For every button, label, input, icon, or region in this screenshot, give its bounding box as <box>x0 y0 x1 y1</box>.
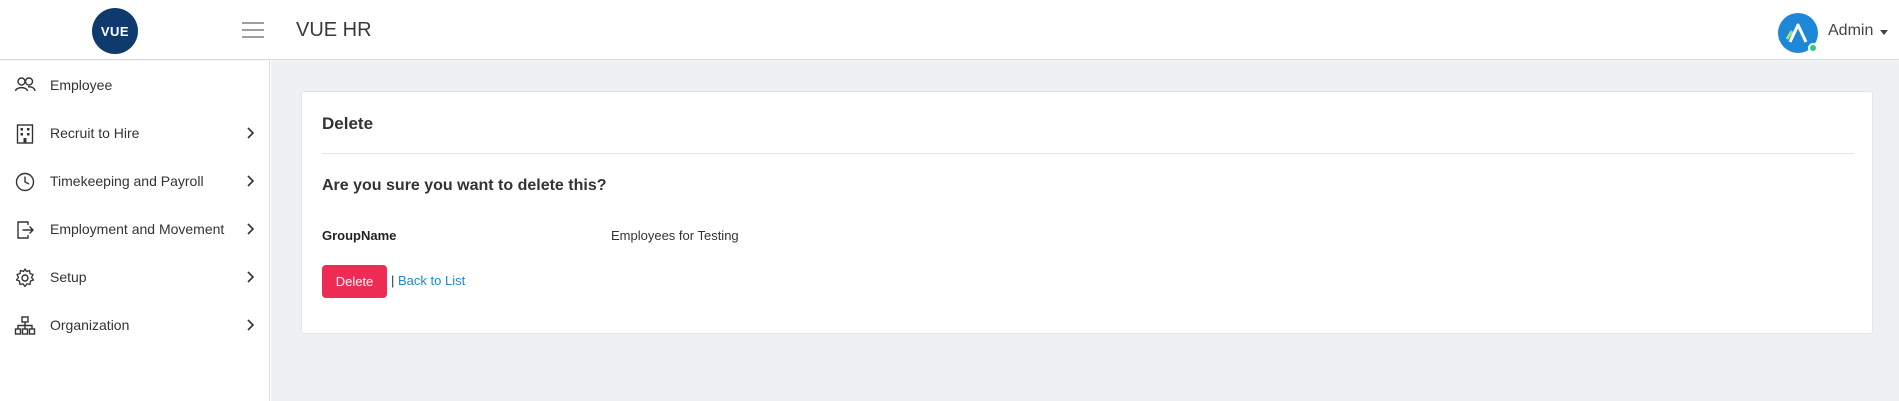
sidebar-item-label: Recruit to Hire <box>50 125 140 141</box>
delete-confirmation-card: Delete Are you sure you want to delete t… <box>301 91 1873 334</box>
sidebar-item-employee[interactable]: Employee <box>0 65 269 105</box>
online-status-dot <box>1808 43 1818 53</box>
group-name-label: GroupName <box>322 228 397 243</box>
link-separator: | <box>391 273 395 288</box>
sidebar-item-setup[interactable]: Setup <box>0 257 269 297</box>
chevron-right-icon <box>247 127 255 139</box>
sidebar-item-recruit-to-hire[interactable]: Recruit to Hire <box>0 113 269 153</box>
caret-down-icon[interactable] <box>1880 30 1888 35</box>
delete-button[interactable]: Delete <box>322 265 387 298</box>
org-chart-icon <box>14 316 36 335</box>
chevron-right-icon <box>247 223 255 235</box>
page-title: Delete <box>322 114 374 133</box>
sidebar-item-label: Employment and Movement <box>50 221 225 237</box>
group-name-value: Employees for Testing <box>611 228 739 243</box>
top-bar: VUE VUE HR Admin <box>0 0 1899 60</box>
clock-icon <box>15 172 35 192</box>
sidebar-item-label: Organization <box>50 317 130 333</box>
app-logo[interactable]: VUE <box>92 8 138 54</box>
sidebar: Employee Recruit to Hire Timekeeping and… <box>0 61 270 401</box>
hamburger-menu-icon[interactable] <box>242 22 264 38</box>
app-title: VUE HR <box>296 19 372 41</box>
sidebar-item-timekeeping-and-payroll[interactable]: Timekeeping and Payroll <box>0 161 269 201</box>
back-to-list-link[interactable]: Back to List <box>398 273 465 288</box>
chevron-right-icon <box>247 271 255 283</box>
sidebar-item-organization[interactable]: Organization <box>0 305 269 345</box>
user-menu-name[interactable]: Admin <box>1828 22 1873 40</box>
users-icon <box>14 77 36 92</box>
gear-icon <box>15 268 35 288</box>
divider <box>322 153 1854 154</box>
sidebar-item-label: Employee <box>50 77 113 93</box>
chevron-right-icon <box>247 175 255 187</box>
confirmation-question: Are you sure you want to delete this? <box>322 177 607 194</box>
sidebar-item-label: Timekeeping and Payroll <box>50 173 204 189</box>
chevron-right-icon <box>247 319 255 331</box>
exit-door-icon <box>17 221 34 239</box>
main-content: Delete Are you sure you want to delete t… <box>271 61 1899 401</box>
building-icon <box>16 124 34 144</box>
sidebar-item-label: Setup <box>50 269 87 285</box>
user-avatar[interactable] <box>1778 13 1818 53</box>
sidebar-item-employment-and-movement[interactable]: Employment and Movement <box>0 209 269 249</box>
